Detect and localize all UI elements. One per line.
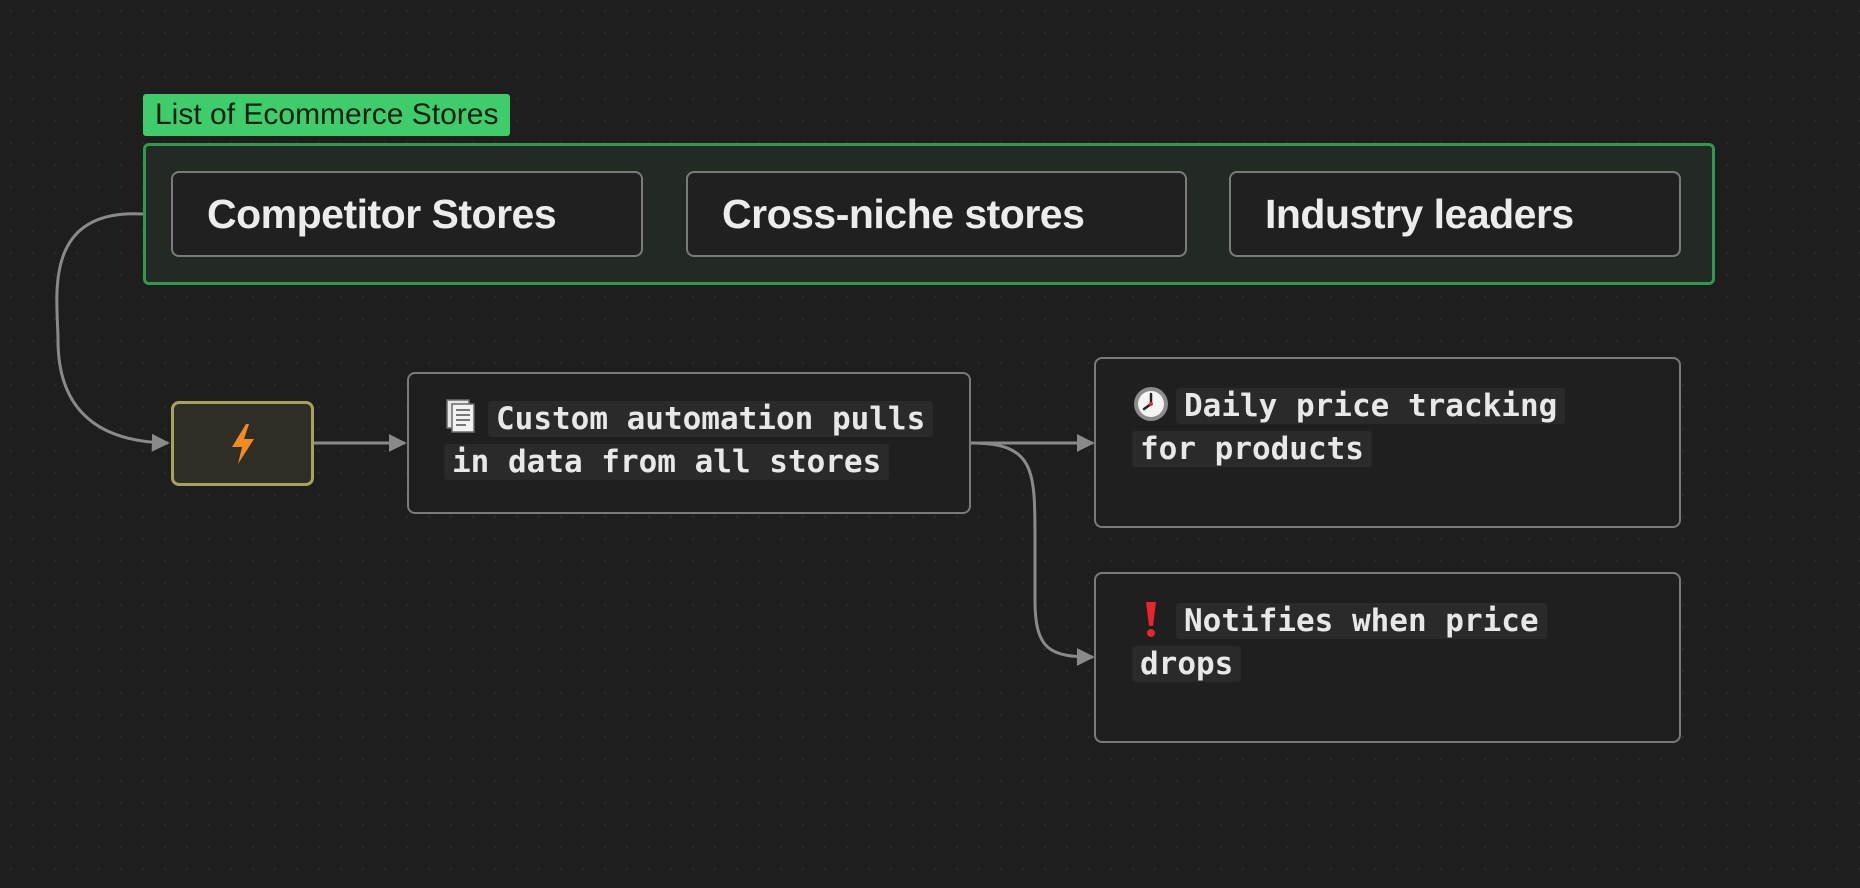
store-card-industry-leaders[interactable]: Industry leaders	[1229, 171, 1681, 257]
connector-automation-to-notify	[970, 441, 1095, 666]
price-tracking-line-1: Daily price tracking	[1176, 388, 1566, 424]
automation-line-1: Custom automation pulls	[488, 401, 934, 437]
clock-icon	[1134, 387, 1168, 421]
price-drop-notify-node-text: Notifies when price drops	[1132, 600, 1547, 686]
automation-line-2: in data from all stores	[444, 444, 890, 480]
group-label[interactable]: List of Ecommerce Stores	[143, 94, 511, 136]
trigger-node[interactable]	[171, 401, 314, 486]
store-card-competitor[interactable]: Competitor Stores	[171, 171, 643, 257]
lightning-bolt-icon	[231, 423, 254, 464]
exclamation-icon	[1146, 602, 1156, 637]
automation-node-text: Custom automation pulls in data from all…	[444, 398, 934, 484]
notify-line-1: Notifies when price	[1176, 603, 1547, 639]
store-card-cross-niche[interactable]: Cross-niche stores	[686, 171, 1187, 257]
document-pages-icon	[446, 399, 475, 433]
notify-line-2: drops	[1132, 646, 1242, 682]
price-tracking-line-2: for products	[1132, 431, 1372, 467]
price-tracking-node-text: Daily price tracking for products	[1132, 385, 1566, 471]
